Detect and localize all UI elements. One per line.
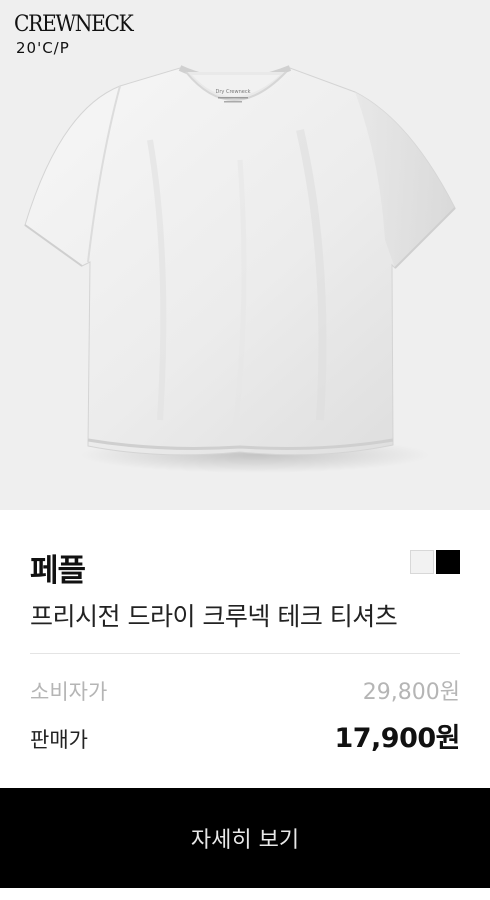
fabric-spec-label: 20'C/P bbox=[16, 39, 70, 57]
color-swatches bbox=[410, 550, 460, 574]
swatch-white[interactable] bbox=[410, 550, 434, 574]
sale-price-value: 17,900원 bbox=[334, 723, 460, 754]
crewneck-logo: CREWNECK bbox=[14, 12, 134, 37]
view-details-button[interactable]: 자세히 보기 bbox=[0, 788, 490, 888]
neck-label-text: Dry Crewneck bbox=[216, 89, 251, 95]
brand-name[interactable]: 페플 bbox=[30, 545, 86, 590]
tshirt-image: Dry Crewneck bbox=[24, 65, 456, 473]
bottom-spacer bbox=[0, 888, 490, 900]
msrp-value: 29,800원 bbox=[362, 680, 460, 705]
msrp-row: 소비자가 29,800원 bbox=[30, 674, 460, 706]
divider bbox=[30, 653, 460, 654]
product-card[interactable]: Dry Crewneck CREWNECK 20'C/P 페플 프리시전 드라이… bbox=[0, 0, 490, 900]
swatch-black[interactable] bbox=[436, 550, 460, 574]
product-image-area[interactable]: Dry Crewneck CREWNECK 20'C/P bbox=[0, 0, 490, 510]
product-info: 페플 프리시전 드라이 크루넥 테크 티셔츠 소비자가 29,800원 판매가 … bbox=[0, 510, 490, 788]
product-name[interactable]: 프리시전 드라이 크루넥 테크 티셔츠 bbox=[30, 597, 398, 633]
msrp-label: 소비자가 bbox=[30, 680, 108, 704]
sale-price-label: 판매가 bbox=[30, 728, 88, 752]
sale-price-row: 판매가 17,900원 bbox=[30, 716, 460, 755]
